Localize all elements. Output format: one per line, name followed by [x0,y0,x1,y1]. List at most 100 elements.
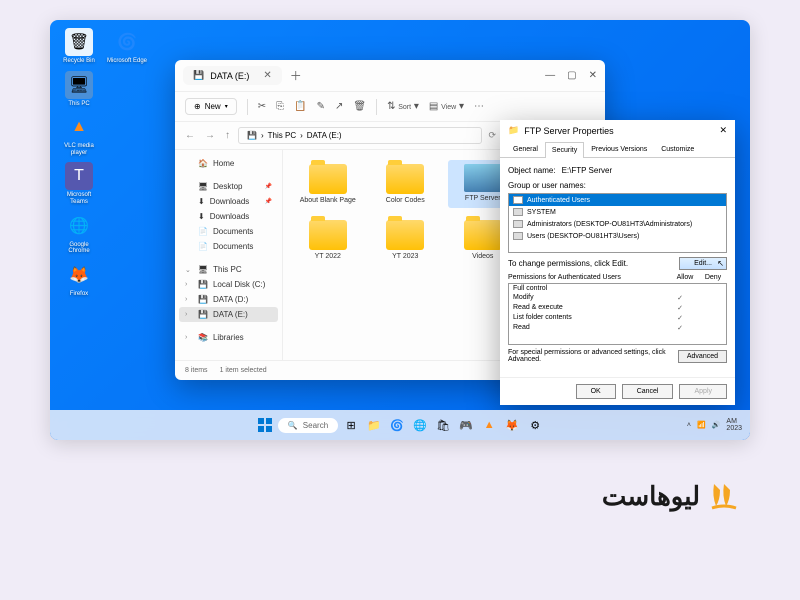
advanced-hint: For special permissions or advanced sett… [508,349,672,363]
vlc-taskbar-icon[interactable]: ▲ [479,415,499,435]
folder-yt-2023[interactable]: YT 2023 [371,216,441,264]
minimize-button[interactable]: — [545,70,555,81]
user-users[interactable]: Users (DESKTOP-OU81HT3\Users) [509,230,726,242]
maximize-button[interactable]: ▢ [567,70,576,81]
delete-icon[interactable]: 🗑 [353,101,366,112]
task-view-icon[interactable]: ⊞ [341,415,361,435]
clock[interactable]: AM2023 [726,418,742,432]
sidebar-home[interactable]: 🏠 Home [179,156,278,171]
firefox-taskbar-icon[interactable]: 🦊 [502,415,522,435]
perm-read-execute: Read & execute✓ [509,303,726,313]
edit-button[interactable]: Edit...↖ [679,257,727,270]
vlc-icon[interactable]: ▲VLC media player [58,113,100,156]
tab-title: DATA (E:) [210,71,249,81]
toolbar: ⊕ New ▾ ✂ ⎘ 📋 ✎ ↗ 🗑 ⇅ Sort ▾ ▤ View ▾ ⋯ [175,92,605,122]
close-button[interactable]: ✕ [589,70,597,81]
cut-icon[interactable]: ✂ [258,101,266,112]
store-taskbar-icon[interactable]: 🛍 [433,415,453,435]
refresh-button[interactable]: ⟳ [488,130,496,141]
explorer-taskbar-icon[interactable]: 📁 [364,415,384,435]
copy-icon[interactable]: ⎘ [276,101,284,112]
xbox-taskbar-icon[interactable]: 🎮 [456,415,476,435]
share-icon[interactable]: ↗ [335,101,343,112]
dialog-title: FTP Server Properties [524,126,613,136]
brand-logo-icon [708,480,740,512]
sidebar: 🏠 Home 🖥 Desktop📌 ⬇ Downloads📌 ⬇ Downloa… [175,150,283,360]
up-button[interactable]: ↑ [223,130,232,141]
advanced-button[interactable]: Advanced [678,350,727,363]
new-button[interactable]: ⊕ New ▾ [185,98,237,115]
sidebar-drive-c[interactable]: ›💾 Local Disk (C:) [179,277,278,292]
this-pc-icon[interactable]: 🖥This PC [58,71,100,108]
permissions-list: Full control Modify✓ Read & execute✓ Lis… [508,283,727,345]
drive-icon: 💾 [193,70,204,81]
brand-text: ليوهاست [602,481,700,512]
folder-color-codes[interactable]: Color Codes [371,160,441,208]
sidebar-documents[interactable]: 📄 Documents [179,224,278,239]
tab-customize[interactable]: Customize [654,141,701,157]
sidebar-desktop[interactable]: 🖥 Desktop📌 [179,179,278,194]
teams-icon[interactable]: TMicrosoft Teams [58,162,100,205]
view-button[interactable]: ▤ View ▾ [429,101,464,112]
cancel-button[interactable]: Cancel [622,384,674,399]
sort-button[interactable]: ⇅ Sort ▾ [387,101,419,112]
edge-taskbar-icon[interactable]: 🌀 [387,415,407,435]
tray-chevron-icon[interactable]: ˄ [687,422,691,429]
settings-taskbar-icon[interactable]: ⚙ [525,415,545,435]
perm-read: Read✓ [509,323,726,333]
edge-icon[interactable]: 🌀Microsoft Edge [106,28,148,65]
taskbar-search[interactable]: 🔍 Search [278,418,338,433]
paste-icon[interactable]: 📋 [294,101,306,112]
user-administrators[interactable]: Administrators (DESKTOP-OU81HT3\Administ… [509,218,726,230]
dialog-tabs: General Security Previous Versions Custo… [500,141,735,158]
users-listbox[interactable]: Authenticated Users SYSTEM Administrator… [508,193,727,253]
perm-full-control: Full control [509,284,726,293]
tray-network-icon[interactable]: 📶 [697,421,706,429]
chrome-icon[interactable]: 🌐Google Chrome [58,212,100,255]
folder-about-blank[interactable]: About Blank Page [293,160,363,208]
window-tab[interactable]: 💾 DATA (E:) ✕ [183,66,282,85]
tab-previous-versions[interactable]: Previous Versions [584,141,654,157]
desktop-icons-col2: 🌀Microsoft Edge [106,28,148,65]
user-authenticated[interactable]: Authenticated Users [509,194,726,206]
selected-count: 1 item selected [220,367,267,374]
window-controls: — ▢ ✕ [545,70,597,81]
tab-general[interactable]: General [506,141,545,157]
sidebar-this-pc[interactable]: ⌄🖥 This PC [179,262,278,277]
sidebar-libraries[interactable]: ›📚 Libraries [179,330,278,345]
more-button[interactable]: ⋯ [474,101,484,112]
tab-security[interactable]: Security [545,142,584,158]
back-button[interactable]: ← [183,130,197,141]
recycle-bin[interactable]: 🗑Recycle Bin [58,28,100,65]
close-tab-icon[interactable]: ✕ [263,70,271,81]
allow-header: Allow [671,274,699,281]
sidebar-downloads-2[interactable]: ⬇ Downloads [179,209,278,224]
ok-button[interactable]: OK [576,384,616,399]
group-users-label: Group or user names: [508,181,727,190]
sidebar-downloads[interactable]: ⬇ Downloads📌 [179,194,278,209]
forward-button[interactable]: → [203,130,217,141]
user-system[interactable]: SYSTEM [509,206,726,218]
firefox-icon[interactable]: 🦊Firefox [58,261,100,298]
titlebar: 💾 DATA (E:) ✕ ＋ — ▢ ✕ [175,60,605,92]
dialog-titlebar: 📁 FTP Server Properties ✕ [500,120,735,141]
sidebar-drive-e[interactable]: ›💾 DATA (E:) [179,307,278,322]
breadcrumb[interactable]: 💾 › This PC › DATA (E:) [238,127,482,144]
system-tray: ˄ 📶 🔊 AM2023 [687,418,742,432]
properties-dialog: 📁 FTP Server Properties ✕ General Securi… [500,120,735,405]
apply-button[interactable]: Apply [679,384,727,399]
folder-icon: 📁 [508,125,519,136]
deny-header: Deny [699,274,727,281]
folder-yt-2022[interactable]: YT 2022 [293,216,363,264]
add-tab-button[interactable]: ＋ [290,67,302,84]
dialog-close-button[interactable]: ✕ [719,125,727,136]
chrome-taskbar-icon[interactable]: 🌐 [410,415,430,435]
brand-footer: ليوهاست [602,480,740,512]
rename-icon[interactable]: ✎ [317,101,325,112]
sidebar-drive-d[interactable]: ›💾 DATA (D:) [179,292,278,307]
sidebar-documents-2[interactable]: 📄 Documents [179,239,278,254]
perm-modify: Modify✓ [509,293,726,303]
start-button[interactable] [255,415,275,435]
tray-volume-icon[interactable]: 🔊 [712,421,721,429]
perm-list-folder: List folder contents✓ [509,313,726,323]
